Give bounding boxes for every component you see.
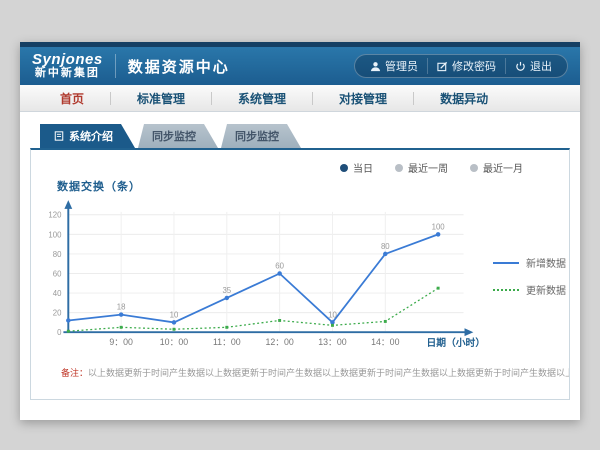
chart-legend: 新增数据 更新数据 bbox=[489, 197, 566, 309]
page-title: 数据资源中心 bbox=[128, 56, 230, 77]
radio-dot-icon bbox=[470, 164, 478, 172]
line-chart: 0 20 40 60 80 100 120 9：00 10：00 11：00 12：00 13：00 1… bbox=[37, 197, 489, 350]
tab-label: 系统介绍 bbox=[69, 128, 113, 144]
legend-item-updated-data: 更新数据 bbox=[493, 282, 566, 297]
app-window: Synjones 新中新集团 数据资源中心 管理员 修改密码 退出 首页 标准管… bbox=[20, 42, 580, 420]
logo-company: 新中新集团 bbox=[32, 68, 103, 80]
svg-text:40: 40 bbox=[53, 289, 62, 298]
svg-text:80: 80 bbox=[53, 250, 62, 259]
radio-last-month-label: 最近一月 bbox=[483, 160, 523, 175]
main-nav: 首页 标准管理 系统管理 对接管理 数据异动 bbox=[20, 85, 580, 112]
svg-text:20: 20 bbox=[53, 309, 62, 318]
logo: Synjones 新中新集团 bbox=[32, 52, 103, 79]
svg-text:12：00: 12：00 bbox=[265, 337, 293, 347]
nav-item-data-change[interactable]: 数据异动 bbox=[414, 90, 514, 107]
y-axis-title: 数据交换（条） bbox=[57, 181, 141, 193]
svg-text:120: 120 bbox=[48, 211, 62, 220]
radio-dot-icon bbox=[340, 164, 348, 172]
tab-label: 同步监控 bbox=[235, 128, 279, 144]
svg-text:11：00: 11：00 bbox=[213, 337, 241, 347]
user-icon bbox=[370, 61, 381, 72]
svg-text:18: 18 bbox=[117, 303, 126, 312]
svg-text:35: 35 bbox=[222, 286, 231, 295]
svg-text:100: 100 bbox=[48, 230, 62, 239]
tab-sync-monitor-1[interactable]: 同步监控 bbox=[138, 124, 218, 148]
radio-last-week-label: 最近一周 bbox=[408, 160, 448, 175]
svg-text:13：00: 13：00 bbox=[318, 337, 346, 347]
logout-label: 退出 bbox=[530, 58, 552, 74]
radio-today-label: 当日 bbox=[353, 160, 373, 175]
header-divider bbox=[115, 54, 116, 78]
tab-sync-monitor-2[interactable]: 同步监控 bbox=[221, 124, 301, 148]
note-text: 以上数据更新于时间产生数据以上数据更新于时间产生数据以上数据更新于时间产生数据以… bbox=[88, 368, 569, 378]
edit-icon bbox=[437, 61, 448, 72]
svg-text:9：00: 9：00 bbox=[109, 337, 133, 347]
radio-today[interactable]: 当日 bbox=[340, 160, 373, 175]
nav-item-system-mgmt[interactable]: 系统管理 bbox=[212, 90, 312, 107]
svg-text:60: 60 bbox=[53, 269, 62, 278]
svg-text:60: 60 bbox=[275, 262, 284, 271]
svg-text:10: 10 bbox=[170, 311, 179, 320]
change-password-button[interactable]: 修改密码 bbox=[427, 58, 505, 74]
svg-text:日期（小时）: 日期（小时） bbox=[426, 336, 485, 349]
note-label: 备注： bbox=[61, 368, 88, 378]
document-icon bbox=[54, 131, 64, 141]
nav-item-home[interactable]: 首页 bbox=[34, 90, 110, 107]
logout-button[interactable]: 退出 bbox=[505, 58, 561, 74]
admin-user-button[interactable]: 管理员 bbox=[361, 58, 427, 74]
admin-user-label: 管理员 bbox=[385, 58, 418, 74]
nav-item-interface-mgmt[interactable]: 对接管理 bbox=[313, 90, 413, 107]
nav-item-standard-mgmt[interactable]: 标准管理 bbox=[111, 90, 211, 107]
content-area: 系统介绍 同步监控 同步监控 当日 最近一周 bbox=[20, 112, 580, 400]
legend-item-new-data: 新增数据 bbox=[493, 255, 566, 270]
svg-text:80: 80 bbox=[381, 242, 390, 251]
svg-text:100: 100 bbox=[432, 222, 446, 231]
svg-text:10: 10 bbox=[328, 311, 337, 320]
tab-system-intro[interactable]: 系统介绍 bbox=[40, 124, 135, 148]
header-bar: Synjones 新中新集团 数据资源中心 管理员 修改密码 退出 bbox=[20, 47, 580, 85]
svg-text:0: 0 bbox=[57, 328, 62, 337]
tab-bar: 系统介绍 同步监控 同步监控 bbox=[30, 124, 570, 148]
radio-dot-icon bbox=[395, 164, 403, 172]
svg-text:10：00: 10：00 bbox=[160, 337, 188, 347]
change-password-label: 修改密码 bbox=[452, 58, 496, 74]
radio-last-month[interactable]: 最近一月 bbox=[470, 160, 523, 175]
solid-line-icon bbox=[493, 262, 519, 264]
user-menu: 管理员 修改密码 退出 bbox=[354, 54, 568, 78]
tab-label: 同步监控 bbox=[152, 128, 196, 144]
logo-brand: Synjones bbox=[32, 52, 103, 68]
chart-panel: 当日 最近一周 最近一月 数据交换（条） 0 20 40 60 80 100 120 9：00… bbox=[30, 148, 570, 400]
range-filter-group: 当日 最近一周 最近一月 bbox=[31, 150, 569, 175]
chart-container: 0 20 40 60 80 100 120 9：00 10：00 11：00 12：00 13：00 1… bbox=[31, 195, 569, 350]
svg-text:14：00: 14：00 bbox=[371, 337, 399, 347]
power-icon bbox=[515, 61, 526, 72]
footer-note: 备注：以上数据更新于时间产生数据以上数据更新于时间产生数据以上数据更新于时间产生… bbox=[31, 350, 569, 391]
radio-last-week[interactable]: 最近一周 bbox=[395, 160, 448, 175]
dotted-line-icon bbox=[493, 289, 519, 291]
